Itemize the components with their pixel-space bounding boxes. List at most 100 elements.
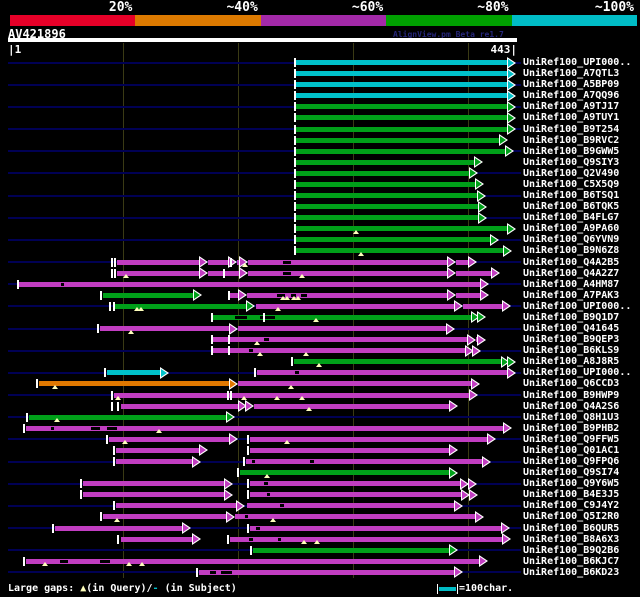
alignment-bar[interactable]	[120, 403, 240, 409]
alignment-bar[interactable]	[296, 170, 471, 176]
subject-label[interactable]: UniRef100_A9TJ17	[523, 101, 619, 112]
alignment-bar[interactable]	[296, 93, 509, 99]
alignment-bar[interactable]	[245, 459, 484, 465]
alignment-bar[interactable]	[116, 447, 201, 453]
alignment-bar[interactable]	[55, 525, 184, 531]
alignment-bar[interactable]	[250, 525, 504, 531]
alignment-bar[interactable]	[82, 492, 227, 498]
subject-label[interactable]: UniRef100_A9PA60	[523, 223, 619, 234]
alignment-bar[interactable]	[296, 226, 509, 232]
alignment-bar[interactable]	[296, 137, 501, 143]
alignment-bar[interactable]	[296, 193, 479, 199]
subject-label[interactable]: UniRef100_C5X5Q9	[523, 179, 619, 190]
alignment-bar[interactable]	[252, 547, 452, 553]
alignment-bar[interactable]	[250, 447, 452, 453]
subject-label[interactable]: UniRef100_C9J4Y2	[523, 500, 619, 511]
alignment-bar[interactable]	[207, 259, 230, 265]
alignment-bar[interactable]	[39, 381, 231, 387]
subject-label[interactable]: UniRef100_A8J8R5	[523, 356, 619, 367]
subject-label[interactable]: UniRef100_B6TSQ1	[523, 190, 619, 201]
alignment-bar[interactable]	[82, 481, 227, 487]
subject-label[interactable]: UniRef100_A7QTL3	[523, 68, 619, 79]
subject-label[interactable]: UniRef100_A7QQ96	[523, 90, 619, 101]
subject-label[interactable]: UniRef100_A4HM87	[523, 279, 619, 290]
subject-label[interactable]: UniRef100_B9HWP9	[523, 390, 619, 401]
subject-label[interactable]: UniRef100_Q5I2R0	[523, 511, 619, 522]
subject-label[interactable]: UniRef100_B8A6X3	[523, 534, 619, 545]
alignment-bar[interactable]	[212, 337, 469, 343]
alignment-bar[interactable]	[237, 326, 448, 332]
subject-label[interactable]: UniRef100_Q8H1U3	[523, 412, 619, 423]
subject-label[interactable]: UniRef100_UPI000..	[523, 367, 631, 378]
subject-label[interactable]: UniRef100_Q4A2S6	[523, 401, 619, 412]
alignment-bar[interactable]	[456, 270, 493, 276]
alignment-bar[interactable]	[248, 259, 450, 265]
alignment-bar[interactable]	[296, 159, 476, 165]
subject-label[interactable]: UniRef100_B6KD23	[523, 567, 619, 578]
alignment-bar[interactable]	[296, 126, 509, 132]
subject-label[interactable]: UniRef100_Q9SIY3	[523, 157, 619, 168]
alignment-bar[interactable]	[296, 237, 492, 243]
subject-label[interactable]: UniRef100_B4E3J5	[523, 489, 619, 500]
subject-label[interactable]: UniRef100_A9TUY1	[523, 112, 619, 123]
subject-label[interactable]: UniRef100_B6TQK5	[523, 201, 619, 212]
alignment-bar[interactable]	[103, 514, 229, 520]
subject-label[interactable]: UniRef100_B9RVC2	[523, 135, 619, 146]
alignment-bar[interactable]	[462, 303, 505, 309]
subject-label[interactable]: UniRef100_Q01AC1	[523, 445, 619, 456]
alignment-bar[interactable]	[296, 181, 477, 187]
subject-label[interactable]: UniRef100_Q9SI74	[523, 467, 619, 478]
subject-label[interactable]: UniRef100_B9PHB2	[523, 423, 619, 434]
alignment-bar[interactable]	[253, 403, 452, 409]
subject-label[interactable]: UniRef100_Q41645	[523, 323, 619, 334]
subject-label[interactable]: UniRef100_A7PAK3	[523, 290, 619, 301]
alignment-bar[interactable]	[296, 82, 509, 88]
subject-label[interactable]: UniRef100_B9Q2B6	[523, 545, 619, 556]
alignment-bar[interactable]	[116, 459, 195, 465]
subject-label[interactable]: UniRef100_UPI000..	[523, 57, 631, 68]
alignment-bar[interactable]	[229, 536, 505, 542]
subject-label[interactable]: UniRef100_B6QUR5	[523, 523, 619, 534]
subject-label[interactable]: UniRef100_B9T254	[523, 124, 619, 135]
alignment-bar[interactable]	[99, 326, 231, 332]
alignment-bar[interactable]	[198, 569, 456, 575]
subject-label[interactable]: UniRef100_A5BP09	[523, 79, 619, 90]
subject-label[interactable]: UniRef100_B6KLS9	[523, 345, 619, 356]
alignment-bar[interactable]	[113, 392, 471, 398]
alignment-bar[interactable]	[296, 248, 506, 254]
alignment-bar[interactable]	[250, 492, 463, 498]
alignment-bar[interactable]	[296, 104, 509, 110]
alignment-bar[interactable]	[103, 292, 196, 298]
subject-label[interactable]: UniRef100_Q9FPQ6	[523, 456, 619, 467]
alignment-bar[interactable]	[237, 381, 474, 387]
alignment-bar[interactable]	[296, 215, 481, 221]
subject-label[interactable]: UniRef100_UPI000..	[523, 301, 631, 312]
alignment-bar[interactable]	[246, 503, 456, 509]
alignment-bar[interactable]	[456, 292, 483, 298]
subject-label[interactable]: UniRef100_B4FLG7	[523, 212, 619, 223]
subject-label[interactable]: UniRef100_Q4A2Z7	[523, 268, 619, 279]
subject-label[interactable]: UniRef100_Q6YVN9	[523, 234, 619, 245]
alignment-bar[interactable]	[116, 503, 238, 509]
alignment-bar[interactable]	[106, 370, 162, 376]
alignment-bar[interactable]	[296, 115, 509, 121]
alignment-bar[interactable]	[120, 536, 195, 542]
subject-label[interactable]: UniRef100_Q2V490	[523, 168, 619, 179]
alignment-bar[interactable]	[296, 148, 507, 154]
alignment-bar[interactable]	[296, 71, 509, 77]
alignment-bar[interactable]	[117, 259, 201, 265]
alignment-bar[interactable]	[256, 303, 456, 309]
alignment-bar[interactable]	[296, 60, 509, 65]
alignment-bar[interactable]	[248, 270, 450, 276]
subject-label[interactable]: UniRef100_B9GWW5	[523, 146, 619, 157]
alignment-bar[interactable]	[19, 281, 483, 287]
alignment-bar[interactable]	[240, 470, 452, 476]
alignment-bar[interactable]	[117, 270, 201, 276]
alignment-bar[interactable]	[296, 204, 481, 210]
subject-label[interactable]: UniRef100_Q9Y6W5	[523, 478, 619, 489]
subject-label[interactable]: UniRef100_Q4A2B5	[523, 257, 619, 268]
alignment-bar[interactable]	[250, 481, 462, 487]
subject-label[interactable]: UniRef100_B9QEP3	[523, 334, 619, 345]
subject-label[interactable]: UniRef100_B9Q1D7	[523, 312, 619, 323]
subject-label[interactable]: UniRef100_B6KJC7	[523, 556, 619, 567]
